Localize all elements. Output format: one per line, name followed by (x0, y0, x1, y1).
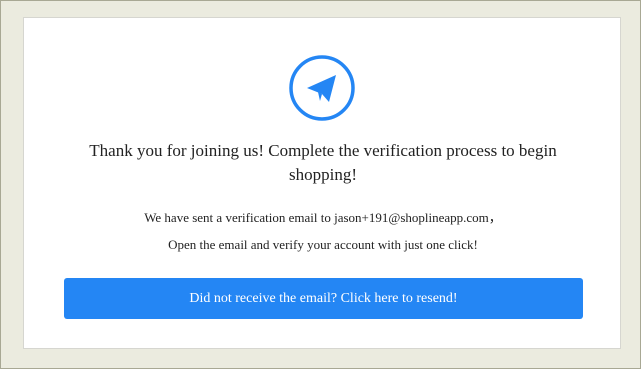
resend-email-button[interactable]: Did not receive the email? Click here to… (64, 278, 583, 319)
page-frame: Thank you for joining us! Complete the v… (0, 0, 641, 369)
paper-plane-icon (289, 55, 355, 121)
verification-email-message: We have sent a verification email to jas… (144, 210, 502, 225)
verification-instruction: Open the email and verify your account w… (168, 237, 478, 252)
page-title: Thank you for joining us! Complete the v… (89, 141, 557, 184)
verification-card: Thank you for joining us! Complete the v… (23, 17, 621, 349)
